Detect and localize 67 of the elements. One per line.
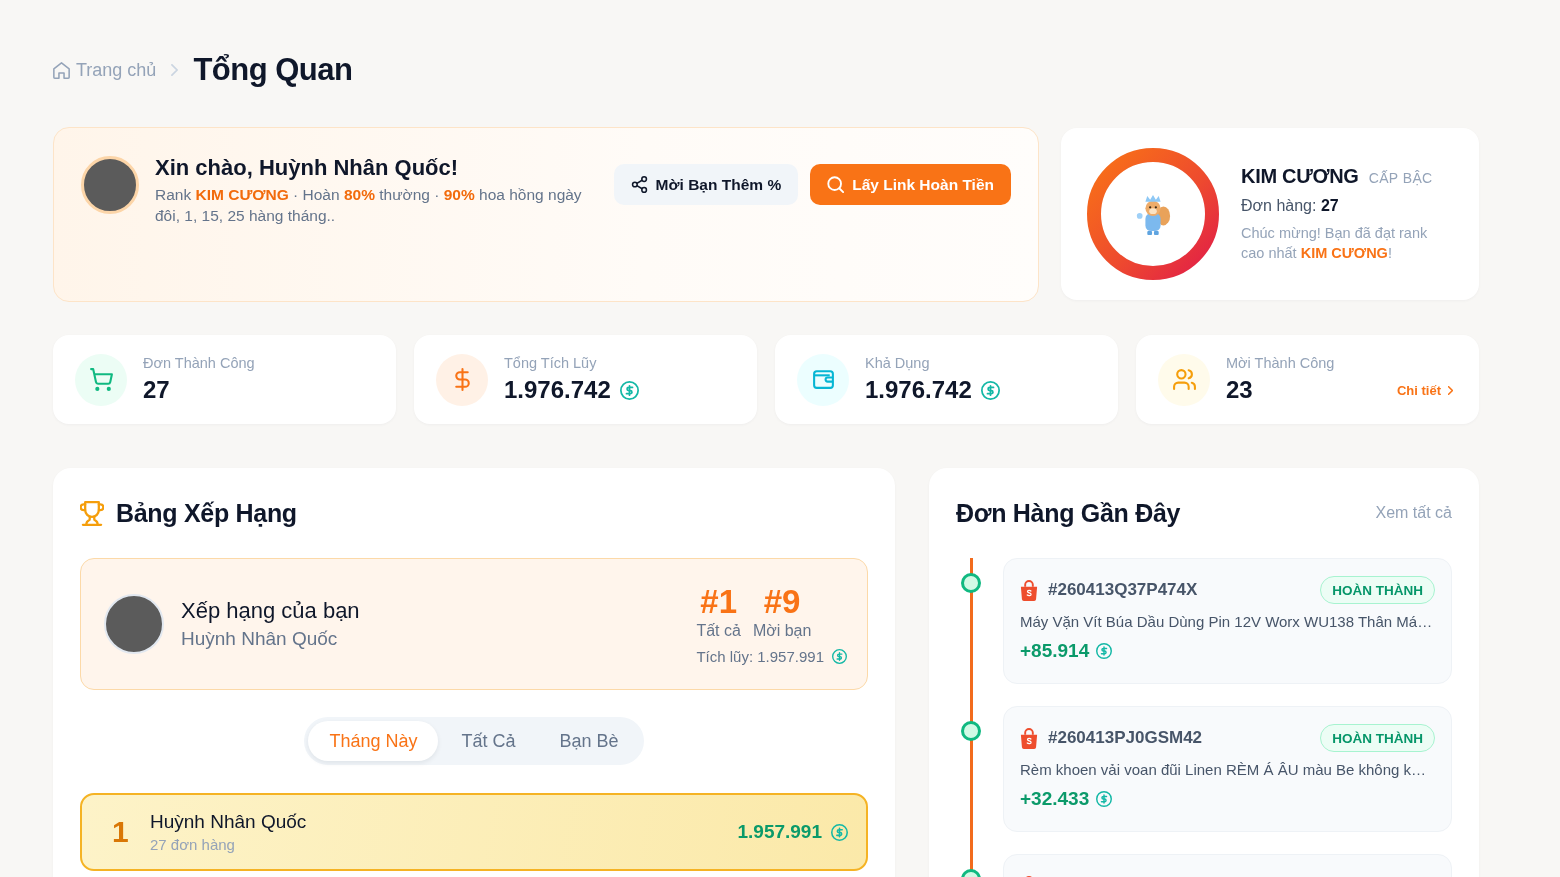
user-name: Huỳnh Nhân Quốc — [150, 811, 307, 833]
product-name: Máy Vặn Vít Búa Dầu Dùng Pin 12V Worx WU138 Thân Má… — [1020, 613, 1434, 630]
order-count: 27 đơn hàng — [150, 836, 236, 853]
cashback-amount: +85.914 — [1020, 640, 1090, 662]
recent-orders-title: Đơn Hàng Gần Đây — [956, 498, 1181, 528]
coin-icon — [832, 648, 847, 664]
rank-number: #9 — [763, 583, 801, 620]
dollar-icon — [436, 353, 488, 406]
coin-icon — [1096, 791, 1113, 807]
search-icon — [827, 176, 845, 193]
rank-label: CẤP BẬC — [1368, 170, 1433, 186]
cashback-amount: +32.433 — [1020, 788, 1090, 810]
timeline-dot-icon — [961, 721, 981, 741]
users-icon — [1158, 353, 1210, 406]
chevron-right-icon — [1448, 386, 1453, 395]
stat-label: Đơn Thành Công — [143, 355, 255, 371]
shopping-bag-icon — [1020, 727, 1038, 749]
timeline-dot-icon — [961, 573, 981, 593]
greeting-title: Xin chào, Huỳnh Nhân Quốc! — [155, 154, 460, 182]
rank-order-count: Đơn hàng: 27 — [1241, 197, 1340, 215]
accumulated-total: Tích lũy: 1.957.991 — [696, 647, 824, 665]
user-name: Huỳnh Nhân Quốc — [181, 628, 339, 650]
trophy-icon — [80, 500, 104, 526]
wallet-icon — [797, 353, 849, 406]
get-link-button[interactable]: Lấy Link Hoàn Tiền — [810, 164, 1011, 205]
invite-button[interactable]: Mời Bạn Thêm % — [613, 164, 799, 205]
stat-label: Khả Dụng — [865, 355, 931, 371]
status-badge: HOÀN THÀNH — [1320, 576, 1435, 604]
stat-label: Mời Thành Công — [1226, 355, 1335, 371]
period-tab[interactable]: Bạn Bè — [538, 721, 640, 761]
page-title: Tổng Quan — [193, 52, 353, 88]
period-tab[interactable]: Tất Cả — [440, 721, 537, 761]
rank-name: KIM CƯƠNG — [1241, 165, 1359, 188]
amount-value: 1.957.991 — [737, 821, 822, 843]
see-all-link[interactable]: Xem tất cả — [1375, 504, 1452, 522]
stat-label: Tổng Tích Lũy — [504, 355, 598, 371]
rank-scope-label: Mời bạn — [752, 621, 812, 640]
order-id: #260413Q37P474X — [1048, 580, 1198, 600]
stat-value: 23 — [1226, 376, 1253, 404]
details-link[interactable]: Chi tiết — [1396, 383, 1453, 398]
period-tab[interactable]: Tháng Này — [308, 721, 439, 761]
product-name: Rèm khoen vải voan đũi Linen RÈM Á ÂU màu Be không k… — [1020, 761, 1428, 778]
order-card[interactable]: #260413PJ0GSM42 HOÀN THÀNH Rèm khoen vải voan đũi Linen RÈM Á ÂU màu Be không k… +32.433 — [1003, 706, 1452, 832]
shopping-bag-icon — [1020, 579, 1038, 601]
cart-icon — [75, 353, 127, 406]
order-card[interactable]: #260413Q37P474X HOÀN THÀNH Máy Vặn Vít Búa Dầu Dùng Pin 12V Worx WU138 Thân Má… +85.914 — [1003, 558, 1452, 684]
my-rank-title: Xếp hạng của bạn — [181, 598, 360, 624]
avatar-placeholder — [81, 156, 139, 214]
status-badge: HOÀN THÀNH — [1320, 724, 1435, 752]
mascot-icon — [1134, 193, 1172, 235]
rank-scope-label: Tất cả — [696, 621, 741, 640]
stat-value: 27 — [143, 376, 170, 404]
rank-message: Chúc mừng! Bạn đã đạt rank cao nhất KIM CƯƠNG! — [1241, 224, 1429, 263]
home-icon — [53, 61, 70, 79]
leaderboard-row[interactable]: 1 Huỳnh Nhân Quốc 27 đơn hàng 1.957.991 — [80, 793, 868, 871]
rank-number: #1 — [700, 583, 737, 620]
share-icon — [630, 176, 648, 193]
breadcrumb-home-link[interactable]: Trang chủ — [76, 59, 157, 81]
avatar-placeholder — [104, 594, 164, 654]
stat-value: 1.976.742 — [504, 376, 611, 404]
order-id: #260413PJ0GSM42 — [1048, 728, 1203, 748]
chevron-right-icon — [171, 64, 179, 76]
leaderboard-title: Bảng Xếp Hạng — [116, 498, 297, 528]
coin-icon — [1096, 643, 1113, 659]
greeting-subtitle: Rank KIM CƯƠNG · Hoàn 80% thường · 90% hoa hồng ngày đôi, 1, 15, 25 hàng tháng.. — [155, 185, 583, 226]
stat-value: 1.976.742 — [865, 376, 972, 404]
coin-icon — [831, 823, 848, 841]
